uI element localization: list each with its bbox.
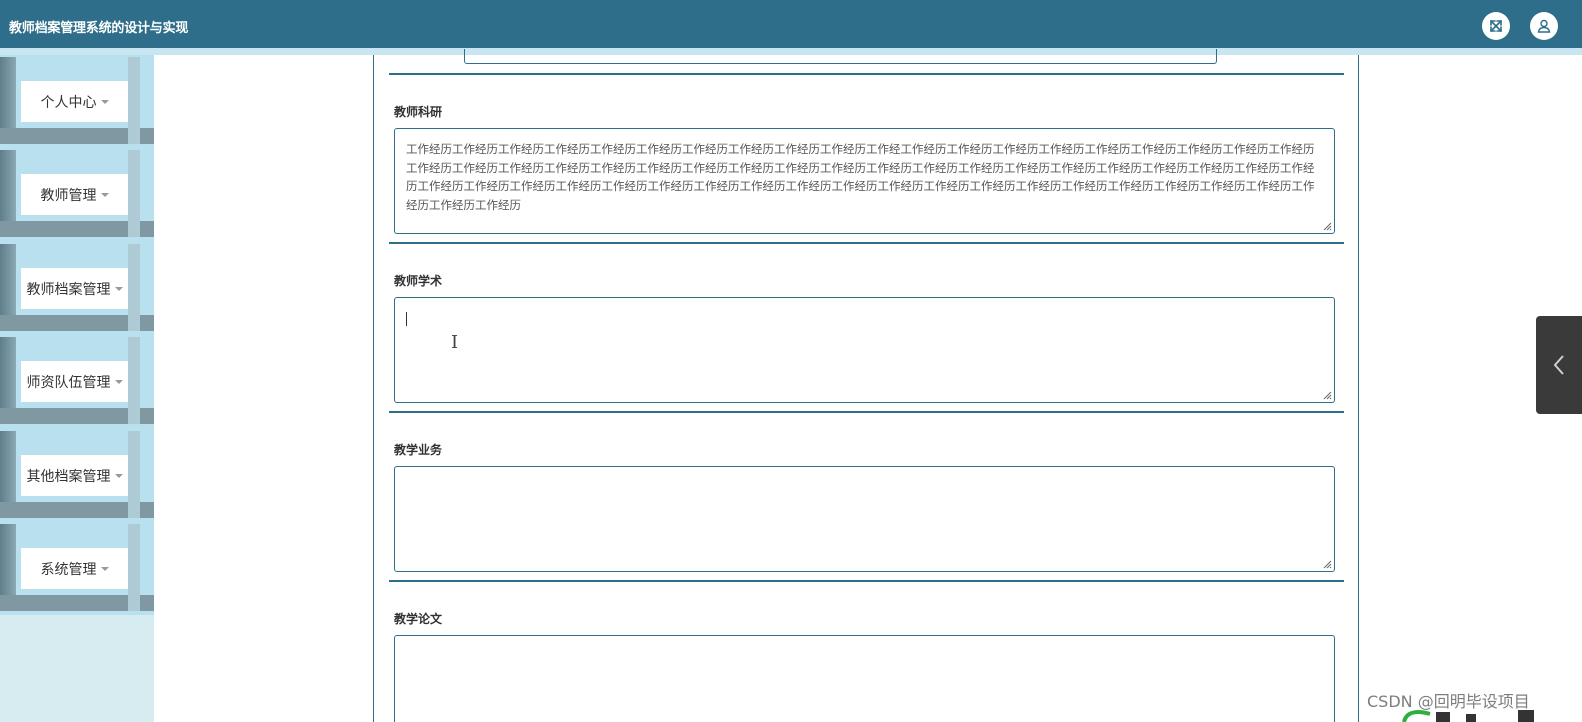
sidebar-button-personal-center[interactable]: 个人中心 xyxy=(21,81,128,122)
resize-grip-icon[interactable] xyxy=(1323,560,1332,569)
field-label-teaching-business: 教学业务 xyxy=(394,443,443,457)
sidebar: 个人中心 教师管理 教师档案管理 师资队伍管理 其他档案管理 系统管理 xyxy=(0,55,154,722)
teaching-business-textarea[interactable] xyxy=(394,466,1335,572)
sidebar-item-label: 教师管理 xyxy=(40,187,97,204)
sidebar-item-label: 系统管理 xyxy=(40,561,97,578)
form-panel: 教师科研 工作经历工作经历工作经历工作经历工作经历工作经历工作经历工作经历工作经… xyxy=(373,49,1359,722)
sidebar-item-other-archive[interactable]: 其他档案管理 xyxy=(0,429,154,522)
caret-down-icon xyxy=(100,99,109,104)
sidebar-item-teacher-management[interactable]: 教师管理 xyxy=(0,148,154,241)
sidebar-button-faculty-team[interactable]: 师资队伍管理 xyxy=(21,361,128,402)
sidebar-item-teacher-archive[interactable]: 教师档案管理 xyxy=(0,242,154,335)
fullscreen-icon[interactable] xyxy=(1482,12,1510,40)
text-cursor xyxy=(406,312,407,326)
resize-grip-icon[interactable] xyxy=(1323,222,1332,231)
field-label-research: 教师科研 xyxy=(394,105,443,119)
sidebar-item-label: 教师档案管理 xyxy=(26,281,111,298)
caret-down-icon xyxy=(114,286,123,291)
teaching-paper-textarea[interactable] xyxy=(394,635,1335,722)
divider xyxy=(389,73,1344,75)
field-label-academic: 教师学术 xyxy=(394,274,443,288)
sidebar-item-personal-center[interactable]: 个人中心 xyxy=(0,55,154,148)
research-text: 工作经历工作经历工作经历工作经历工作经历工作经历工作经历工作经历工作经历工作经历… xyxy=(406,142,1315,212)
caret-down-icon xyxy=(114,473,123,478)
sidebar-button-teacher-archive[interactable]: 教师档案管理 xyxy=(21,268,128,309)
divider xyxy=(389,580,1344,582)
divider xyxy=(389,411,1344,413)
field-label-teaching-paper: 教学论文 xyxy=(394,612,443,626)
top-header: 教师档案管理系统的设计与实现 xyxy=(0,0,1582,48)
sidebar-item-label: 个人中心 xyxy=(40,94,97,111)
sidebar-item-label: 其他档案管理 xyxy=(26,468,111,485)
academic-textarea[interactable]: I xyxy=(394,297,1335,403)
sidebar-button-other-archive[interactable]: 其他档案管理 xyxy=(21,455,128,496)
sidebar-button-system-management[interactable]: 系统管理 xyxy=(21,548,128,589)
sidebar-item-faculty-team[interactable]: 师资队伍管理 xyxy=(0,335,154,428)
previous-field-input[interactable] xyxy=(464,49,1217,64)
sidebar-item-label: 师资队伍管理 xyxy=(26,374,111,391)
caret-down-icon xyxy=(100,192,109,197)
sidebar-button-teacher-management[interactable]: 教师管理 xyxy=(21,174,128,215)
caret-down-icon xyxy=(100,566,109,571)
ibeam-cursor-icon: I xyxy=(451,332,459,353)
sidebar-menu: 个人中心 教师管理 教师档案管理 师资队伍管理 其他档案管理 系统管理 xyxy=(0,55,154,615)
caret-down-icon xyxy=(114,379,123,384)
user-icon[interactable] xyxy=(1530,12,1558,40)
sidebar-item-system-management[interactable]: 系统管理 xyxy=(0,522,154,615)
divider xyxy=(389,242,1344,244)
drawer-toggle-button[interactable] xyxy=(1536,316,1582,414)
chevron-left-icon xyxy=(1553,355,1564,375)
watermark-text: CSDN @回明毕设项目 xyxy=(1367,692,1530,711)
app-title: 教师档案管理系统的设计与实现 xyxy=(9,21,189,36)
research-textarea[interactable]: 工作经历工作经历工作经历工作经历工作经历工作经历工作经历工作经历工作经历工作经历… xyxy=(394,128,1335,234)
resize-grip-icon[interactable] xyxy=(1323,391,1332,400)
